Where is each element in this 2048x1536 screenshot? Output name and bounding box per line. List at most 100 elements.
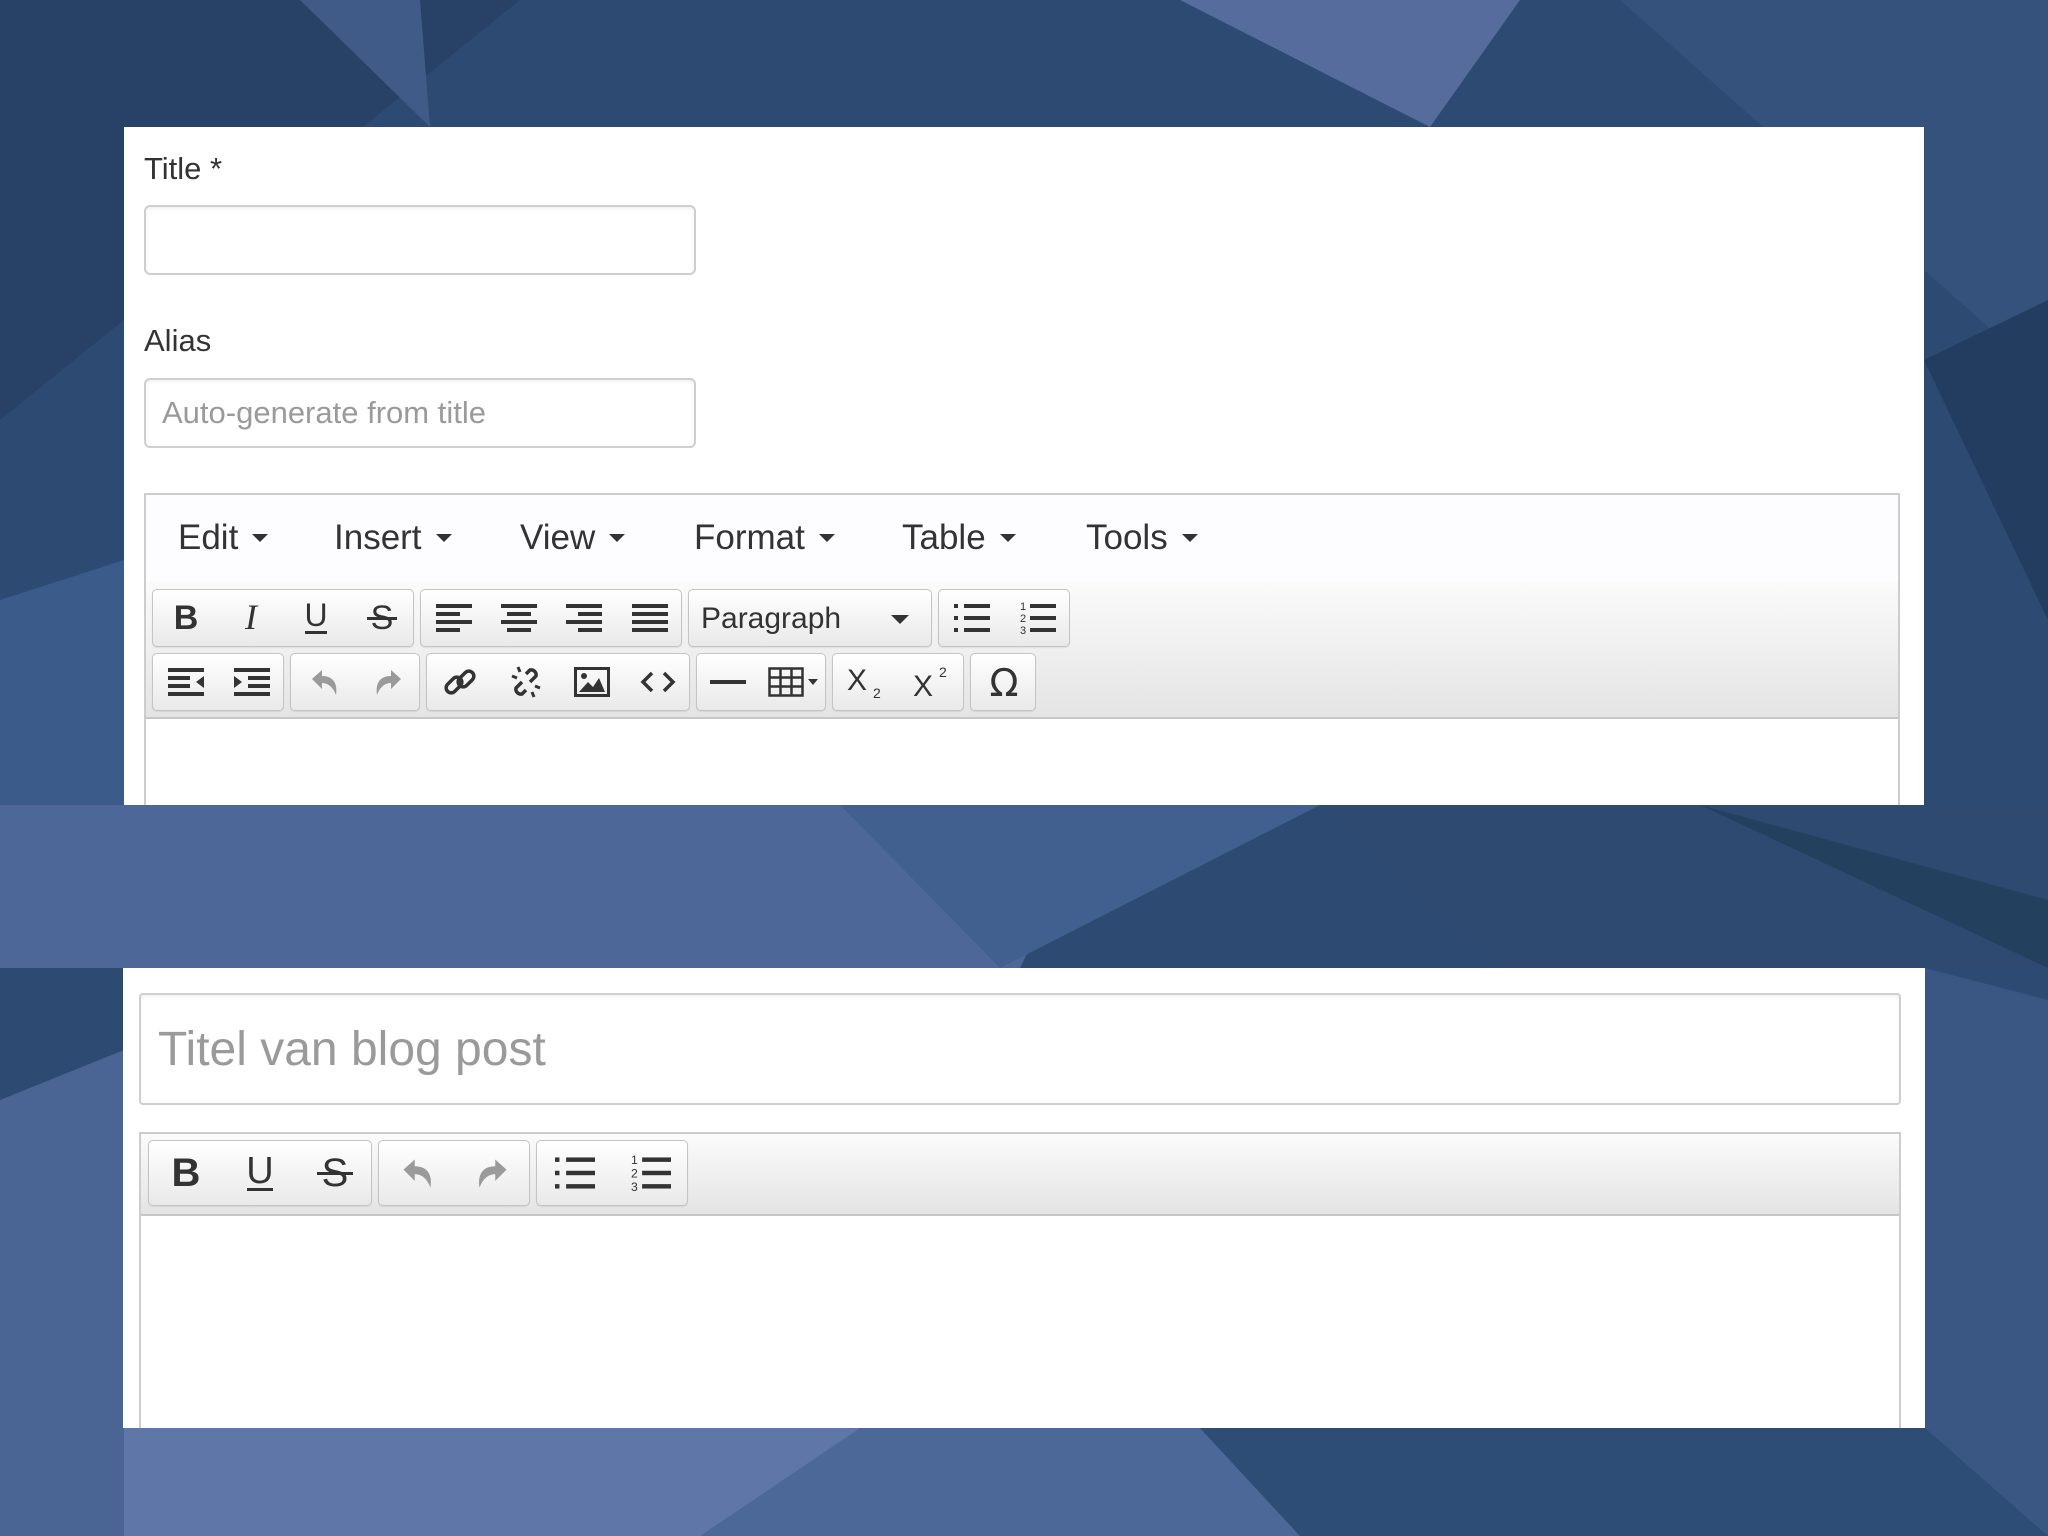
insert-misc-group (696, 653, 826, 711)
bold-button[interactable]: B (149, 1141, 223, 1205)
alignment-group (420, 589, 682, 647)
bullet-list-button[interactable] (939, 590, 1005, 646)
blog-post-panel: B U S (123, 968, 1925, 1428)
chevron-down-icon (252, 533, 269, 542)
outdent-button[interactable] (153, 654, 219, 710)
editor-menubar: Edit Insert View Format Table Tools (146, 495, 1898, 583)
svg-text:Ω: Ω (989, 662, 1018, 702)
svg-text:3: 3 (1020, 625, 1026, 636)
bold-button[interactable]: B (153, 590, 219, 646)
bold-icon: B (172, 1154, 201, 1192)
strikethrough-icon: S (317, 1153, 353, 1193)
history-group (290, 653, 420, 711)
svg-text:1: 1 (1020, 601, 1026, 613)
svg-text:B: B (172, 1154, 201, 1192)
blog-editor-toolbar: B U S 1 2 3 (141, 1134, 1899, 1216)
subscript-icon: X2 (847, 664, 881, 700)
horizontal-rule-button[interactable] (697, 654, 759, 710)
chevron-down-icon (435, 533, 452, 542)
insert-link-button[interactable] (427, 654, 493, 710)
article-form-panel: Title * Alias Edit Insert View Format Ta… (124, 127, 1924, 805)
bullet-list-button[interactable] (537, 1141, 613, 1205)
indent-group (152, 653, 284, 711)
svg-text:U: U (246, 1153, 273, 1192)
insert-group (426, 653, 690, 711)
blog-text-style-group: B U S (148, 1140, 372, 1206)
redo-button[interactable] (455, 1141, 531, 1205)
script-group: X2 X2 (832, 653, 964, 711)
source-code-button[interactable] (625, 654, 691, 710)
menu-view[interactable]: View (520, 495, 626, 581)
subscript-button[interactable]: X2 (833, 654, 899, 710)
undo-button[interactable] (291, 654, 356, 710)
align-left-button[interactable] (421, 590, 487, 646)
indent-icon (234, 668, 270, 696)
svg-text:2: 2 (939, 664, 947, 680)
svg-text:X: X (913, 670, 933, 700)
alias-label: Alias (144, 323, 212, 358)
underline-button[interactable]: U (283, 590, 349, 646)
svg-text:B: B (174, 601, 199, 635)
special-character-button[interactable]: Ω (971, 654, 1037, 710)
alias-input[interactable] (144, 378, 696, 448)
svg-text:1: 1 (631, 1153, 638, 1167)
numbered-list-button[interactable]: 123 (1005, 590, 1071, 646)
menu-insert[interactable]: Insert (334, 495, 452, 581)
menu-table[interactable]: Table (902, 495, 1016, 581)
numbered-list-button[interactable]: 123 (613, 1141, 689, 1205)
align-justify-button[interactable] (617, 590, 683, 646)
unlink-icon (511, 666, 541, 698)
superscript-button[interactable]: X2 (899, 654, 965, 710)
editor-content-area[interactable] (146, 719, 1898, 805)
svg-text:2: 2 (873, 685, 881, 700)
align-left-icon (436, 604, 472, 632)
svg-text:X: X (847, 664, 867, 697)
remove-link-button[interactable] (493, 654, 559, 710)
format-select[interactable]: Paragraph (688, 589, 932, 647)
italic-icon: I (244, 601, 259, 635)
superscript-icon: X2 (913, 664, 947, 700)
numbered-list-icon: 123 (631, 1153, 671, 1193)
undo-button[interactable] (379, 1141, 455, 1205)
blog-list-group: 123 (536, 1140, 688, 1206)
blog-history-group (378, 1140, 530, 1206)
rich-text-editor: Edit Insert View Format Table Tools B I … (144, 493, 1900, 805)
align-right-icon (566, 604, 602, 632)
menu-format[interactable]: Format (694, 495, 835, 581)
svg-text:3: 3 (631, 1180, 638, 1193)
chevron-down-icon (818, 533, 835, 542)
blog-title-input[interactable] (139, 993, 1901, 1105)
undo-icon (403, 1159, 431, 1188)
underline-button[interactable]: U (223, 1141, 297, 1205)
menu-edit[interactable]: Edit (178, 495, 269, 581)
align-center-button[interactable] (487, 590, 551, 646)
align-center-icon (501, 604, 537, 632)
table-icon (768, 667, 818, 697)
image-icon (574, 667, 610, 697)
link-icon (444, 669, 476, 695)
editor-toolbar: B I U S Paragraph 1 2 3 X 2 X 2 Ω (146, 581, 1898, 719)
redo-button[interactable] (356, 654, 421, 710)
align-right-button[interactable] (551, 590, 617, 646)
chevron-down-icon (891, 615, 909, 624)
chevron-down-icon (1181, 533, 1198, 542)
menu-tools[interactable]: Tools (1086, 495, 1198, 581)
horizontal-rule-icon (710, 680, 746, 684)
bold-icon: B (174, 601, 199, 635)
strikethrough-button[interactable]: S (297, 1141, 373, 1205)
italic-button[interactable]: I (219, 590, 283, 646)
numbered-list-icon: 123 (1020, 601, 1056, 636)
strikethrough-button[interactable]: S (349, 590, 415, 646)
indent-button[interactable] (219, 654, 285, 710)
special-char-group: Ω (970, 653, 1036, 711)
format-select-value: Paragraph (701, 602, 842, 635)
title-input[interactable] (144, 205, 696, 275)
underline-icon: U (246, 1153, 273, 1192)
table-button[interactable] (759, 654, 827, 710)
strikethrough-icon: S (367, 601, 397, 635)
insert-image-button[interactable] (559, 654, 625, 710)
blog-editor-content-area[interactable] (141, 1216, 1899, 1428)
chevron-down-icon (999, 533, 1016, 542)
outdent-icon (168, 668, 204, 696)
text-style-group: B I U S (152, 589, 414, 647)
